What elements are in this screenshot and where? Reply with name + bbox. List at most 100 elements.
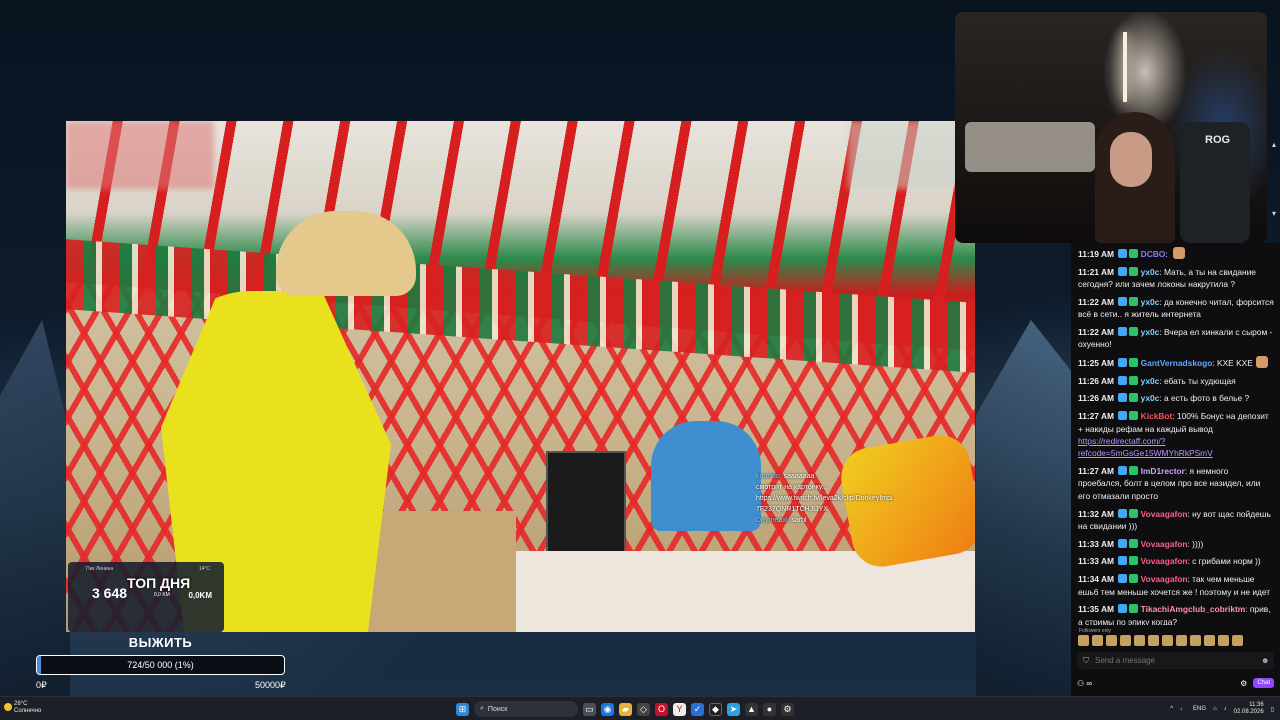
obs-icon[interactable]: ▲ bbox=[745, 702, 758, 716]
user-badge-icon[interactable] bbox=[1118, 538, 1128, 548]
emote-icon[interactable] bbox=[1255, 356, 1268, 369]
emote[interactable] bbox=[1232, 635, 1243, 646]
message-username[interactable]: KickBot bbox=[1141, 411, 1173, 421]
emote[interactable] bbox=[1204, 635, 1215, 646]
channel-points-icon[interactable]: ⚇ ∞ bbox=[1077, 679, 1092, 688]
user-badge-icon[interactable] bbox=[1118, 358, 1128, 368]
chat-message[interactable]: 11:27 AM KickBot: 100% Бонус на депозит … bbox=[1078, 410, 1274, 460]
emote[interactable] bbox=[1218, 635, 1229, 646]
network-icon[interactable]: ⌂ bbox=[1213, 706, 1217, 712]
user-badge-icon[interactable] bbox=[1129, 604, 1139, 614]
gear-icon[interactable]: ⚙ bbox=[1240, 679, 1247, 688]
yandex-icon[interactable]: Y bbox=[673, 702, 686, 716]
user-badge-icon[interactable] bbox=[1118, 375, 1128, 385]
stream-video[interactable]: kuoskio: saaaaaaa смотрит на картонку...… bbox=[66, 121, 975, 632]
emote[interactable] bbox=[1176, 635, 1187, 646]
shield-icon[interactable]: ⛉ bbox=[1083, 656, 1089, 666]
message-username[interactable]: Vovaagafon bbox=[1141, 509, 1188, 519]
user-badge-icon[interactable] bbox=[1118, 326, 1128, 336]
user-badge-icon[interactable] bbox=[1129, 508, 1139, 518]
message-username[interactable]: TikachiAmgclub_cobriktm bbox=[1141, 604, 1246, 614]
telegram-icon[interactable]: ➤ bbox=[727, 702, 740, 716]
chat-message[interactable]: 11:27 AM ImD1rector: я немного проебался… bbox=[1078, 465, 1274, 502]
chat-message[interactable]: 11:22 AM yx0c: Вчера ел хинкали с сыром … bbox=[1078, 326, 1274, 351]
chat-send-button[interactable]: Chat bbox=[1253, 678, 1274, 688]
message-username[interactable]: yx0c bbox=[1141, 393, 1160, 403]
app-icon-1[interactable]: ◇ bbox=[637, 702, 650, 716]
app-icon-2[interactable]: ● bbox=[763, 702, 776, 716]
chat-message[interactable]: 11:33 AM Vovaagafon: )))) bbox=[1078, 538, 1274, 550]
emote[interactable] bbox=[1106, 635, 1117, 646]
chat-message[interactable]: 11:19 AM DCBO: bbox=[1078, 247, 1274, 260]
user-badge-icon[interactable] bbox=[1118, 296, 1128, 306]
sun-icon[interactable] bbox=[4, 703, 12, 711]
emote-picker-icon[interactable]: ☻ bbox=[1261, 656, 1269, 665]
chat-message[interactable]: 11:26 AM yx0c: а есть фото в белье ? bbox=[1078, 392, 1274, 404]
clock[interactable]: 11:36 02.08.2026 bbox=[1234, 702, 1264, 716]
message-link[interactable]: https://redirectaff.com/?refcode=5mGsGe1… bbox=[1078, 436, 1213, 458]
checkmark-app-icon[interactable]: ✓ bbox=[691, 702, 704, 716]
user-badge-icon[interactable] bbox=[1118, 266, 1128, 276]
chat-message[interactable]: 11:34 AM Vovaagafon: так чем меньше ешь6… bbox=[1078, 573, 1274, 598]
emote[interactable] bbox=[1134, 635, 1145, 646]
emote-icon[interactable] bbox=[1172, 247, 1185, 259]
user-badge-icon[interactable] bbox=[1129, 358, 1139, 368]
emote[interactable] bbox=[1162, 635, 1173, 646]
chat-message[interactable]: 11:32 AM Vovaagafon: ну вот щас пойдешь … bbox=[1078, 508, 1274, 533]
chevron-down-icon[interactable]: ▾ bbox=[1268, 209, 1280, 218]
user-badge-icon[interactable] bbox=[1118, 411, 1128, 421]
volume-icon[interactable]: ♪ bbox=[1224, 706, 1227, 712]
emote[interactable] bbox=[1190, 635, 1201, 646]
message-username[interactable]: yx0c bbox=[1141, 297, 1160, 307]
chat-message[interactable]: 11:33 AM Vovaagafon: с грибами норм )) bbox=[1078, 555, 1274, 567]
user-badge-icon[interactable] bbox=[1118, 574, 1128, 584]
emote[interactable] bbox=[1120, 635, 1131, 646]
user-badge-icon[interactable] bbox=[1118, 604, 1128, 614]
user-badge-icon[interactable] bbox=[1118, 556, 1128, 566]
side-scroll-controls[interactable]: ▴ ▾ bbox=[1268, 140, 1280, 240]
editor-icon[interactable]: ◆ bbox=[709, 702, 722, 716]
user-badge-icon[interactable] bbox=[1129, 556, 1139, 566]
user-badge-icon[interactable] bbox=[1129, 411, 1139, 421]
message-username[interactable]: Vovaagafon bbox=[1141, 539, 1188, 549]
task-view-icon[interactable]: ▭ bbox=[583, 702, 596, 716]
user-badge-icon[interactable] bbox=[1129, 393, 1139, 403]
user-badge-icon[interactable] bbox=[1118, 249, 1128, 258]
user-badge-icon[interactable] bbox=[1129, 466, 1139, 476]
emote[interactable] bbox=[1148, 635, 1159, 646]
chat-message[interactable]: 11:35 AM TikachiAmgclub_cobriktm: прив, … bbox=[1078, 603, 1274, 625]
windows-start-icon[interactable]: ⊞ bbox=[456, 702, 469, 716]
chat-input[interactable] bbox=[1095, 656, 1255, 665]
message-username[interactable]: Vovaagafon bbox=[1141, 556, 1188, 566]
user-badge-icon[interactable] bbox=[1129, 266, 1139, 276]
chat-input-box[interactable]: ⛉ ☻ bbox=[1077, 652, 1274, 669]
file-explorer-icon[interactable]: ▰ bbox=[619, 702, 632, 716]
user-badge-icon[interactable] bbox=[1129, 375, 1139, 385]
user-badge-icon[interactable] bbox=[1129, 296, 1139, 306]
chat-message[interactable]: 11:21 AM yx0c: Мать, а ты на свидание се… bbox=[1078, 266, 1274, 291]
user-badge-icon[interactable] bbox=[1118, 393, 1128, 403]
user-badge-icon[interactable] bbox=[1129, 538, 1139, 548]
message-username[interactable]: yx0c bbox=[1141, 327, 1160, 337]
user-badge-icon[interactable] bbox=[1129, 326, 1139, 336]
user-badge-icon[interactable] bbox=[1129, 574, 1139, 584]
emote-strip[interactable] bbox=[1078, 635, 1273, 649]
chat-message[interactable]: 11:25 AM GantVernadskogo: KXE KXE bbox=[1078, 356, 1274, 369]
message-username[interactable]: GantVernadskogo bbox=[1141, 358, 1213, 368]
message-username[interactable]: yx0c bbox=[1141, 267, 1160, 277]
emote[interactable] bbox=[1078, 635, 1089, 646]
opera-icon[interactable]: O bbox=[655, 702, 668, 716]
message-username[interactable]: Vovaagafon bbox=[1141, 574, 1188, 584]
message-username[interactable]: yx0c bbox=[1141, 376, 1160, 386]
chat-message[interactable]: 11:26 AM yx0c: ебать ты худющая bbox=[1078, 375, 1274, 387]
chevron-up-icon[interactable]: ▴ bbox=[1268, 140, 1280, 149]
microphone-icon[interactable]: ♩ bbox=[1180, 706, 1186, 712]
taskbar-search[interactable]: ⌕ Поиск bbox=[474, 701, 578, 717]
chrome-icon[interactable]: ◉ bbox=[601, 702, 614, 716]
user-badge-icon[interactable] bbox=[1118, 508, 1128, 518]
chat-messages[interactable]: 11:19 AM DCBO: 11:21 AM yx0c: Мать, а ты… bbox=[1071, 243, 1280, 625]
weather-widget[interactable]: 28°C Солнечно bbox=[14, 701, 41, 715]
notification-icon[interactable]: ▯ bbox=[1271, 706, 1274, 713]
user-badge-icon[interactable] bbox=[1129, 249, 1139, 258]
message-username[interactable]: DCBO bbox=[1141, 249, 1166, 259]
